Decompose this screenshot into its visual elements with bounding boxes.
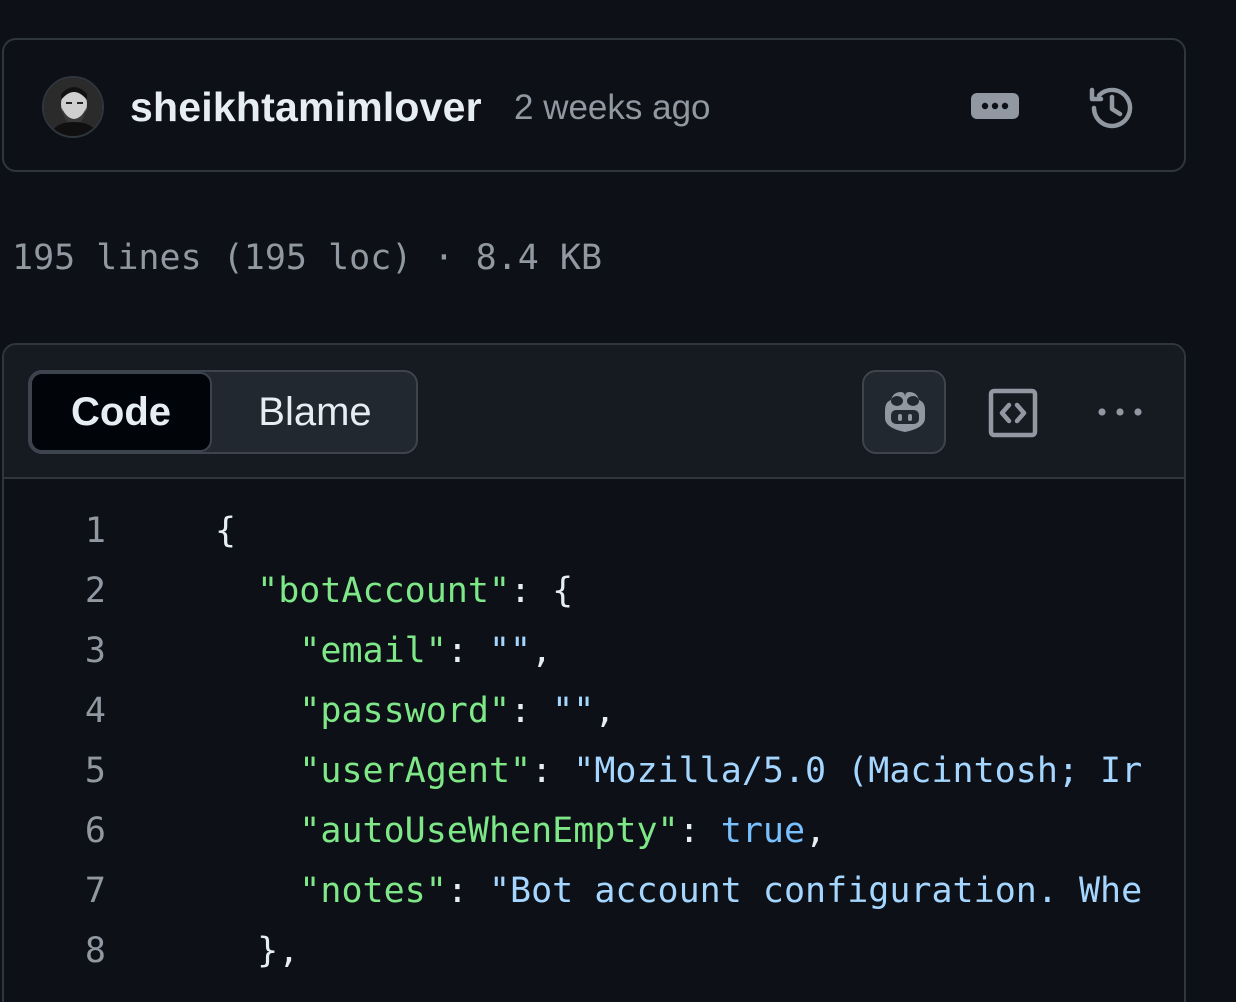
line-content: {: [215, 501, 236, 561]
json-punctuation: ,: [594, 691, 616, 731]
code-line: 6 "autoUseWhenEmpty": true,: [4, 801, 1184, 861]
avatar[interactable]: [42, 76, 104, 138]
history-icon[interactable]: [1086, 82, 1138, 134]
json-string: "Mozilla/5.0 (Macintosh; Ir: [573, 751, 1143, 791]
line-number[interactable]: 8: [4, 921, 106, 981]
line-number[interactable]: 6: [4, 801, 106, 861]
line-content: "password": "",: [215, 681, 615, 741]
line-number[interactable]: 1: [4, 501, 106, 561]
json-key: "botAccount": [257, 571, 511, 611]
json-string: "": [552, 691, 595, 731]
line-number[interactable]: 2: [4, 561, 106, 621]
line-number[interactable]: 4: [4, 681, 106, 741]
line-content: "botAccount": {: [215, 561, 573, 621]
copilot-button[interactable]: [862, 370, 946, 454]
json-punctuation: :: [446, 871, 489, 911]
file-info: 195 lines (195 loc) · 8.4 KB: [12, 238, 603, 278]
code-square-icon[interactable]: [988, 388, 1038, 438]
view-mode-toggle: Code Blame: [28, 370, 418, 454]
json-punctuation: :: [678, 811, 721, 851]
code-line: 4 "password": "",: [4, 681, 1184, 741]
json-punctuation: :: [446, 631, 489, 671]
json-punctuation: ,: [531, 631, 553, 671]
json-key: "notes": [299, 871, 447, 911]
json-key: "password": [299, 691, 511, 731]
json-boolean: true: [720, 811, 806, 851]
commit-author-link[interactable]: sheikhtamimlover: [130, 84, 482, 131]
code-line: 2 "botAccount": {: [4, 561, 1184, 621]
json-punctuation: :: [510, 691, 553, 731]
json-punctuation: ,: [805, 811, 827, 851]
json-punctuation: : {: [510, 571, 574, 611]
file-viewer-header: Code Blame: [4, 345, 1184, 479]
code-line: 3 "email": "",: [4, 621, 1184, 681]
line-number[interactable]: 7: [4, 861, 106, 921]
json-punctuation: :: [531, 751, 574, 791]
json-key: "email": [299, 631, 447, 671]
code-line: 7 "notes": "Bot account configuration. W…: [4, 861, 1184, 921]
code-line: 5 "userAgent": "Mozilla/5.0 (Macintosh; …: [4, 741, 1184, 801]
json-punctuation: {: [215, 511, 237, 551]
tab-blame[interactable]: Blame: [212, 372, 418, 452]
json-punctuation: },: [257, 931, 300, 971]
copilot-icon: [885, 392, 925, 432]
line-number[interactable]: 3: [4, 621, 106, 681]
json-key: "userAgent": [299, 751, 532, 791]
line-content: "userAgent": "Mozilla/5.0 (Macintosh; Ir: [215, 741, 1142, 801]
line-content: },: [215, 921, 299, 981]
line-content: "autoUseWhenEmpty": true,: [215, 801, 826, 861]
file-viewer: Code Blame 1 {2 "botAccount": {3 "emai…: [2, 343, 1186, 1002]
more-dots-icon[interactable]: [1092, 397, 1148, 427]
line-content: "notes": "Bot account configuration. Whe: [215, 861, 1142, 921]
tab-code[interactable]: Code: [30, 372, 212, 452]
commit-time: 2 weeks ago: [514, 88, 711, 127]
page: sheikhtamimlover 2 weeks ago 195 lines (…: [0, 0, 1236, 1002]
code-line: 8 },: [4, 921, 1184, 981]
json-key: "autoUseWhenEmpty": [299, 811, 679, 851]
kebab-horizontal-icon[interactable]: [970, 92, 1020, 120]
json-string: "": [488, 631, 532, 671]
json-string: "Bot account configuration. Whe: [488, 871, 1143, 911]
code-line: 1{: [4, 501, 1184, 561]
line-content: "email": "",: [215, 621, 552, 681]
latest-commit-bar: sheikhtamimlover 2 weeks ago: [2, 38, 1186, 172]
line-number[interactable]: 5: [4, 741, 106, 801]
